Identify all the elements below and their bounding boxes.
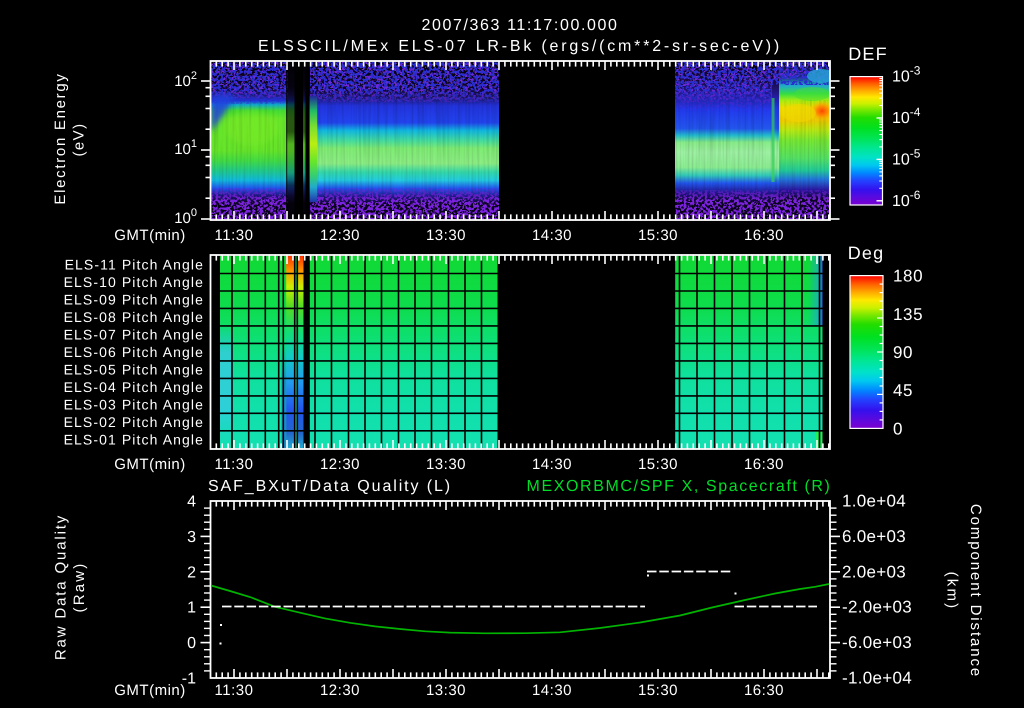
svg-text:15:30: 15:30 bbox=[638, 682, 678, 699]
svg-text:ELS-03 Pitch Angle: ELS-03 Pitch Angle bbox=[64, 397, 204, 413]
svg-text:16:30: 16:30 bbox=[744, 227, 784, 244]
svg-text:11:30: 11:30 bbox=[215, 682, 254, 699]
svg-text:(km): (km) bbox=[944, 572, 961, 611]
svg-text:2.0e+03: 2.0e+03 bbox=[842, 562, 906, 581]
svg-text:ELS-04 Pitch Angle: ELS-04 Pitch Angle bbox=[64, 379, 204, 395]
svg-text:0: 0 bbox=[893, 419, 903, 438]
svg-text:ELS-06 Pitch Angle: ELS-06 Pitch Angle bbox=[64, 344, 204, 360]
svg-text:45: 45 bbox=[893, 381, 913, 400]
svg-text:11:30: 11:30 bbox=[215, 456, 254, 473]
svg-text:DEF: DEF bbox=[848, 44, 888, 64]
svg-text:ELS-11 Pitch Angle: ELS-11 Pitch Angle bbox=[65, 257, 204, 273]
svg-text:14:30: 14:30 bbox=[532, 682, 572, 699]
svg-text:GMT(min): GMT(min) bbox=[114, 227, 186, 244]
svg-text:SAF_BXuT/Data Quality (L): SAF_BXuT/Data Quality (L) bbox=[208, 478, 452, 495]
svg-text:ELS-01 Pitch Angle: ELS-01 Pitch Angle bbox=[64, 432, 204, 448]
svg-text:ELSSCIL/MEx ELS-07 LR-Bk (erg: ELSSCIL/MEx ELS-07 LR-Bk (ergs/(cm**2-sr… bbox=[258, 38, 782, 55]
svg-text:180: 180 bbox=[893, 267, 923, 286]
svg-text:ELS-07 Pitch Angle: ELS-07 Pitch Angle bbox=[64, 327, 204, 343]
svg-text:2007/363 11:17:00.000: 2007/363 11:17:00.000 bbox=[421, 17, 618, 34]
svg-text:11:30: 11:30 bbox=[215, 227, 254, 244]
svg-text:1: 1 bbox=[187, 600, 196, 617]
svg-text:MEXORBMC/SPF X, Spacecraft (R): MEXORBMC/SPF X, Spacecraft (R) bbox=[527, 478, 832, 495]
svg-text:12:30: 12:30 bbox=[320, 227, 360, 244]
svg-text:13:30: 13:30 bbox=[426, 456, 466, 473]
svg-text:1.0e+04: 1.0e+04 bbox=[842, 492, 906, 511]
svg-text:14:30: 14:30 bbox=[532, 456, 572, 473]
svg-text:0: 0 bbox=[187, 635, 196, 652]
svg-text:16:30: 16:30 bbox=[744, 456, 784, 473]
svg-text:ELS-09 Pitch Angle: ELS-09 Pitch Angle bbox=[64, 292, 204, 308]
svg-text:15:30: 15:30 bbox=[638, 456, 678, 473]
svg-text:4: 4 bbox=[187, 494, 196, 511]
svg-text:12:30: 12:30 bbox=[320, 456, 360, 473]
svg-text:13:30: 13:30 bbox=[426, 682, 466, 699]
svg-text:135: 135 bbox=[893, 305, 923, 324]
svg-text:-2.0e+03: -2.0e+03 bbox=[842, 598, 912, 617]
svg-text:12:30: 12:30 bbox=[320, 682, 360, 699]
svg-text:Raw Data Quality: Raw Data Quality bbox=[53, 514, 70, 660]
svg-text:ELS-10 Pitch Angle: ELS-10 Pitch Angle bbox=[64, 274, 204, 290]
svg-text:(Raw): (Raw) bbox=[71, 562, 88, 613]
svg-text:ELS-08 Pitch Angle: ELS-08 Pitch Angle bbox=[64, 309, 204, 325]
svg-text:-6.0e+03: -6.0e+03 bbox=[842, 633, 912, 652]
svg-text:13:30: 13:30 bbox=[426, 227, 466, 244]
svg-text:14:30: 14:30 bbox=[532, 227, 572, 244]
svg-text:ELS-05 Pitch Angle: ELS-05 Pitch Angle bbox=[64, 362, 204, 378]
svg-text:90: 90 bbox=[893, 343, 913, 362]
svg-text:(eV): (eV) bbox=[71, 123, 88, 157]
svg-text:Electron Energy: Electron Energy bbox=[52, 72, 69, 204]
svg-text:16:30: 16:30 bbox=[744, 682, 784, 699]
svg-text:6.0e+03: 6.0e+03 bbox=[842, 527, 906, 546]
svg-text:-1.0e+04: -1.0e+04 bbox=[842, 669, 912, 688]
svg-text:ELS-02 Pitch Angle: ELS-02 Pitch Angle bbox=[64, 414, 204, 430]
svg-text:15:30: 15:30 bbox=[638, 227, 678, 244]
svg-text:GMT(min): GMT(min) bbox=[114, 682, 186, 699]
svg-text:2: 2 bbox=[187, 564, 196, 581]
svg-text:GMT(min): GMT(min) bbox=[114, 456, 186, 473]
svg-text:Component Distance: Component Distance bbox=[967, 504, 984, 678]
svg-text:3: 3 bbox=[187, 529, 196, 546]
svg-text:Deg: Deg bbox=[848, 243, 885, 263]
